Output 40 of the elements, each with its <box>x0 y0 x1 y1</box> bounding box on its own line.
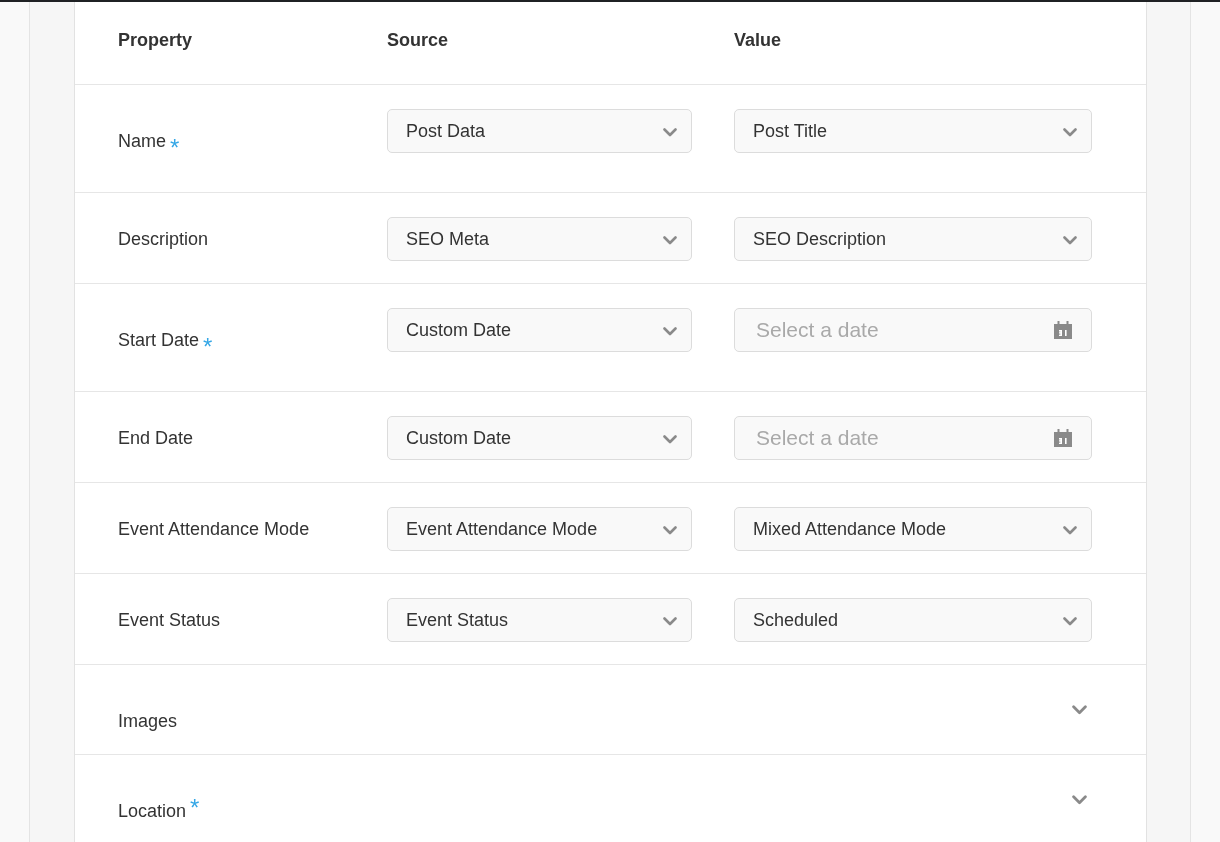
source-select[interactable]: Post Data <box>387 109 692 153</box>
property-label: Event Attendance Mode <box>118 517 310 540</box>
column-header: Property <box>118 29 193 51</box>
required-mark: * <box>203 336 213 357</box>
calendar-icon <box>1054 321 1072 339</box>
source-select[interactable]: Custom Date <box>387 308 692 352</box>
chevron-down-icon <box>663 127 677 137</box>
column-header: Source <box>387 29 449 51</box>
source-select[interactable]: Custom Date <box>387 416 692 460</box>
property-label: Name <box>118 129 166 152</box>
chevron-down-icon <box>663 434 677 444</box>
chevron-down-icon <box>663 525 677 535</box>
chevron-down-icon <box>1063 525 1077 535</box>
required-mark: * <box>170 137 180 158</box>
chevron-down-icon <box>663 616 677 626</box>
chevron-down-icon <box>663 326 677 336</box>
column-header: Value <box>734 29 782 51</box>
chevron-down-icon <box>1063 616 1077 626</box>
calendar-icon <box>1054 429 1072 447</box>
value-select[interactable]: SEO Description <box>734 217 1092 261</box>
chevron-icon[interactable] <box>1072 795 1087 805</box>
value-select[interactable]: Mixed Attendance Mode <box>734 507 1092 551</box>
chevron-icon[interactable] <box>1072 705 1087 715</box>
required-mark: * <box>190 798 200 818</box>
property-label: Event Status <box>118 608 221 631</box>
property-label: Start Date <box>118 328 200 351</box>
value-select[interactable]: Post Title <box>734 109 1092 153</box>
chevron-down-icon <box>1063 127 1077 137</box>
source-select[interactable]: Event Status <box>387 598 692 642</box>
section-label: Location <box>118 800 187 822</box>
section-label: Images <box>118 710 178 732</box>
date-field[interactable]: Select a date <box>734 308 1092 352</box>
chevron-down-icon <box>1063 235 1077 245</box>
source-select[interactable]: Event Attendance Mode <box>387 507 692 551</box>
property-label: Description <box>118 227 209 250</box>
chevron-down-icon <box>663 235 677 245</box>
date-field[interactable]: Select a date <box>734 416 1092 460</box>
value-select[interactable]: Scheduled <box>734 598 1092 642</box>
property-label: End Date <box>118 426 194 449</box>
source-select[interactable]: SEO Meta <box>387 217 692 261</box>
